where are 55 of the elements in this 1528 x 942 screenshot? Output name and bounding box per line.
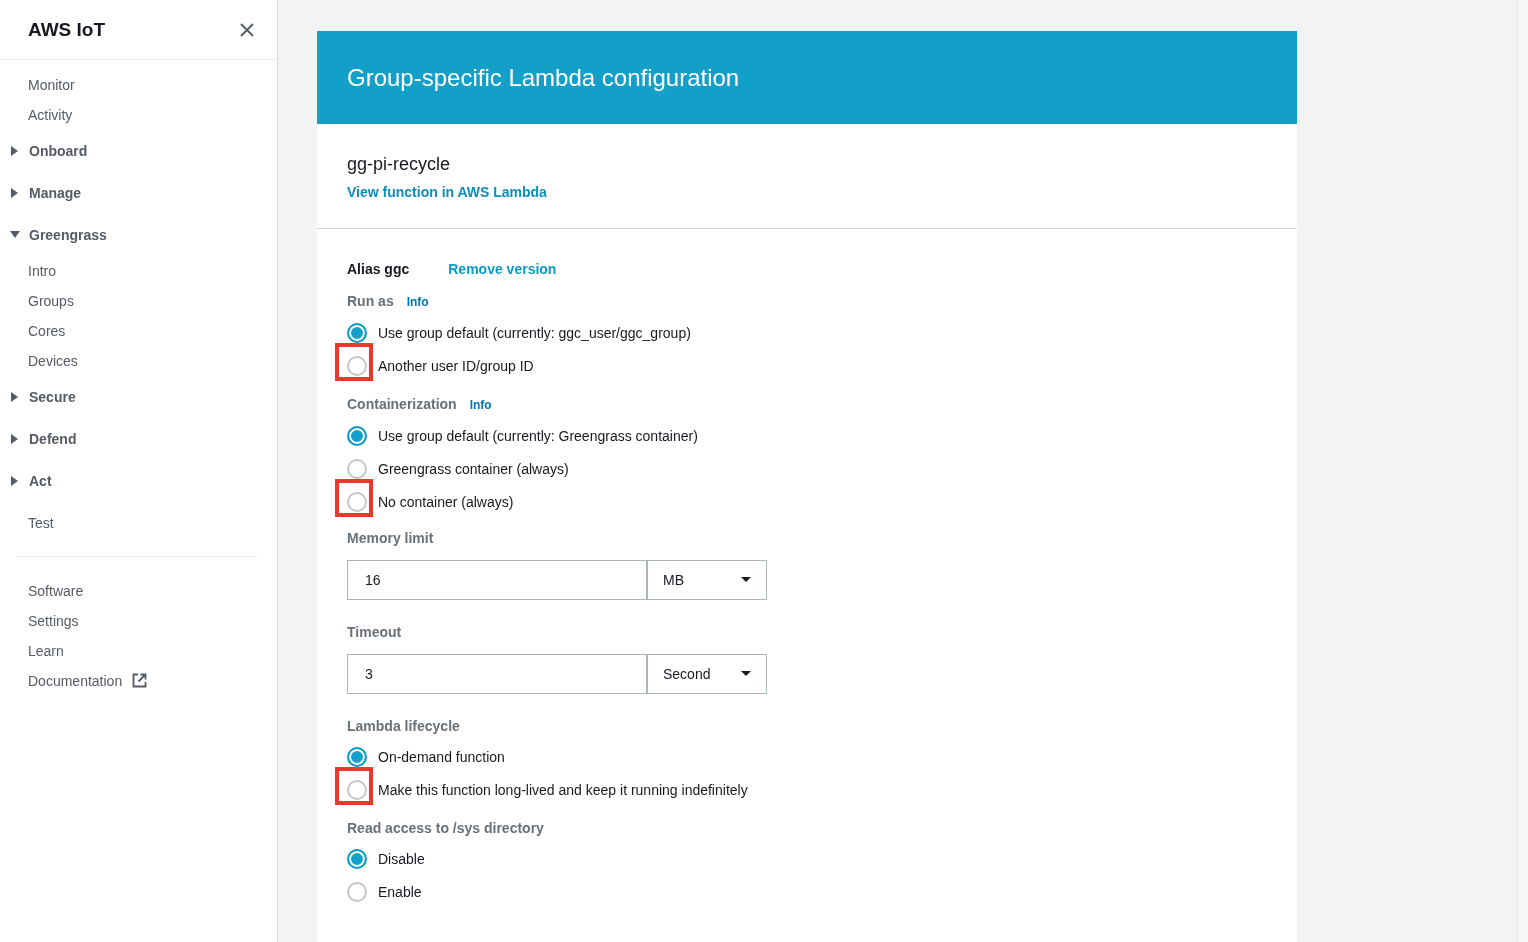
option-label: Enable — [378, 883, 422, 900]
field-label: Lambda lifecycle — [347, 717, 460, 736]
nav-link[interactable]: Learn — [0, 636, 277, 666]
nav-link[interactable]: Settings — [0, 606, 277, 636]
unit-dropdown[interactable]: MB — [647, 560, 767, 600]
card-title: Group-specific Lambda configuration — [347, 63, 740, 92]
alias-label: Alias ggc — [347, 260, 410, 279]
view-function-link[interactable]: View function in AWS Lambda — [347, 184, 547, 200]
field-label: Run as — [347, 292, 394, 311]
caret-down-icon — [741, 577, 751, 583]
sidebar-title: AWS IoT — [28, 18, 106, 41]
option-label: Another user ID/group ID — [378, 357, 534, 374]
nav-link[interactable]: Monitor — [0, 70, 277, 100]
nav-link[interactable]: Groups — [0, 286, 277, 316]
radio-button[interactable] — [347, 848, 367, 869]
nav-link[interactable]: Devices — [0, 346, 277, 376]
nav-link[interactable]: Documentation — [0, 666, 277, 696]
nav-link[interactable]: Test — [0, 508, 277, 538]
radio-button[interactable] — [347, 881, 367, 902]
info-link[interactable]: Info — [406, 292, 429, 312]
radio-button[interactable] — [347, 425, 367, 446]
option-label: Greengrass container (always) — [378, 460, 569, 477]
caret-down-icon — [741, 671, 751, 677]
function-name: gg-pi-recycle — [347, 153, 451, 176]
unit-dropdown[interactable]: Second — [647, 654, 767, 694]
option-label: Use group default (currently: ggc_user/ggc_group) — [378, 324, 691, 341]
nav-section[interactable]: Act — [0, 466, 52, 496]
field-label: Timeout — [347, 623, 402, 642]
nav-section[interactable]: Manage — [0, 178, 82, 208]
input-field[interactable]: 16 — [347, 560, 647, 600]
radio-button[interactable] — [347, 458, 367, 479]
nav-link[interactable]: Intro — [0, 256, 277, 286]
nav-section[interactable]: Defend — [0, 424, 77, 454]
option-label: On-demand function — [378, 748, 505, 765]
close-icon[interactable] — [239, 21, 255, 38]
nav-link[interactable]: Activity — [0, 100, 277, 130]
nav-section[interactable]: Onboard — [0, 136, 88, 166]
radio-button[interactable] — [347, 746, 367, 767]
nav-link[interactable]: Software — [0, 576, 277, 606]
radio-button[interactable] — [347, 779, 367, 800]
nav-link[interactable]: Cores — [0, 316, 277, 346]
nav-section[interactable]: Secure — [0, 382, 76, 412]
option-label: No container (always) — [378, 493, 514, 510]
option-label: Disable — [378, 850, 425, 867]
nav-section[interactable]: Greengrass — [0, 220, 107, 250]
radio-button[interactable] — [347, 491, 367, 512]
field-label: Memory limit — [347, 529, 434, 548]
option-label: Use group default (currently: Greengrass container) — [378, 427, 698, 444]
input-field[interactable]: 3 — [347, 654, 647, 694]
radio-button[interactable] — [347, 322, 367, 343]
field-label: Read access to /sys directory — [347, 819, 544, 838]
option-label: Make this function long-lived and keep it running indefinitely — [378, 781, 748, 798]
radio-button[interactable] — [347, 355, 367, 376]
field-label: Containerization — [347, 395, 457, 414]
info-link[interactable]: Info — [469, 395, 492, 415]
